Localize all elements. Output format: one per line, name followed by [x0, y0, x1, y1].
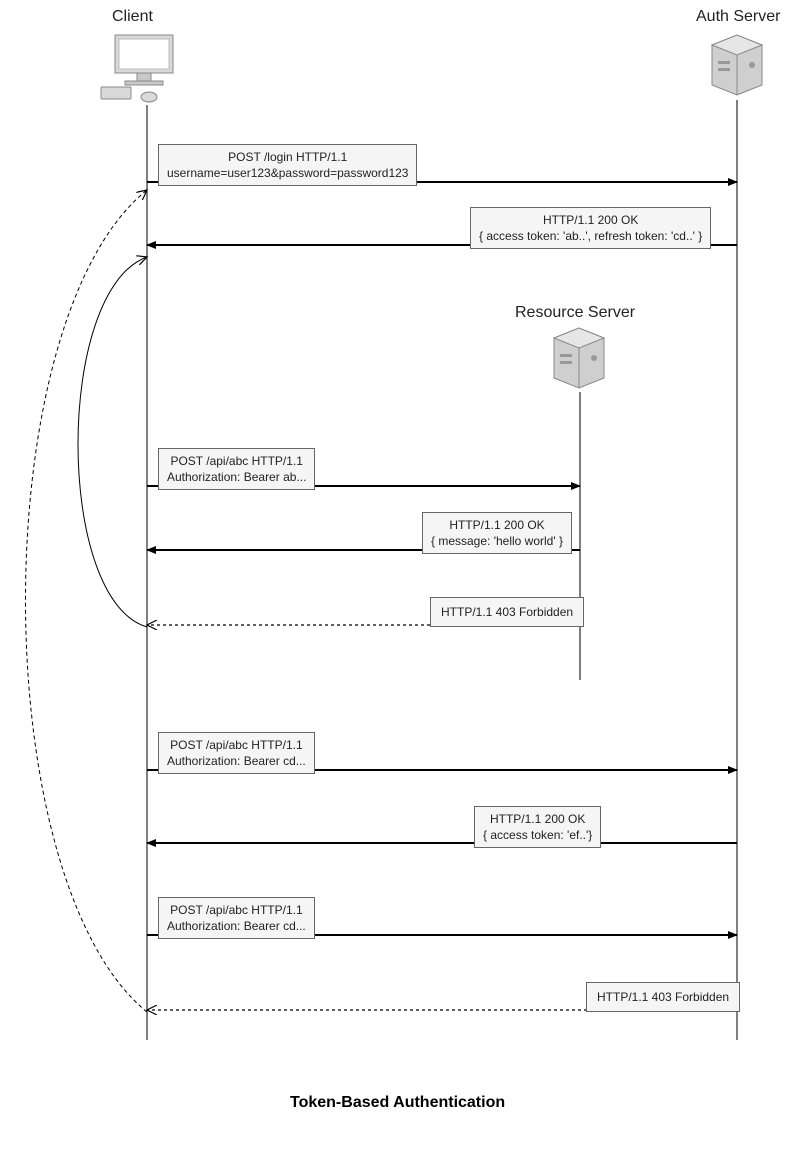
resource-server-label: Resource Server	[515, 304, 635, 322]
msg-line: { message: 'hello world' }	[431, 533, 563, 549]
diagram-title: Token-Based Authentication	[290, 1094, 505, 1112]
msg-line: Authorization: Bearer cd...	[167, 918, 306, 934]
msg-line: HTTP/1.1 403 Forbidden	[441, 604, 573, 620]
msg-line: HTTP/1.1 200 OK	[483, 811, 592, 827]
msg-request-3: POST /api/abc HTTP/1.1 Authorization: Be…	[158, 897, 315, 939]
resource-server-icon	[554, 328, 604, 388]
client-icon	[101, 35, 173, 102]
msg-refresh-request: POST /api/abc HTTP/1.1 Authorization: Be…	[158, 732, 315, 774]
msg-line: { access token: 'ef..'}	[483, 827, 592, 843]
msg-line: HTTP/1.1 200 OK	[431, 517, 563, 533]
msg-line: HTTP/1.1 200 OK	[479, 212, 702, 228]
msg-forbidden-1: HTTP/1.1 403 Forbidden	[430, 597, 584, 627]
msg-line: username=user123&password=password123	[167, 165, 408, 181]
loop-retry-top	[78, 257, 147, 627]
diagram-canvas: Client Auth Server Resource Server POST …	[0, 0, 802, 1152]
msg-api-response-1: HTTP/1.1 200 OK { message: 'hello world'…	[422, 512, 572, 554]
msg-line: POST /login HTTP/1.1	[167, 149, 408, 165]
msg-api-request-1: POST /api/abc HTTP/1.1 Authorization: Be…	[158, 448, 315, 490]
msg-line: { access token: 'ab..', refresh token: '…	[479, 228, 702, 244]
msg-line: HTTP/1.1 403 Forbidden	[597, 989, 729, 1005]
msg-login-request: POST /login HTTP/1.1 username=user123&pa…	[158, 144, 417, 186]
msg-line: Authorization: Bearer ab...	[167, 469, 306, 485]
auth-server-label: Auth Server	[696, 8, 780, 26]
msg-forbidden-2: HTTP/1.1 403 Forbidden	[586, 982, 740, 1012]
client-label: Client	[112, 8, 153, 26]
msg-line: Authorization: Bearer cd...	[167, 753, 306, 769]
msg-line: POST /api/abc HTTP/1.1	[167, 902, 306, 918]
msg-login-response: HTTP/1.1 200 OK { access token: 'ab..', …	[470, 207, 711, 249]
msg-refresh-response: HTTP/1.1 200 OK { access token: 'ef..'}	[474, 806, 601, 848]
msg-line: POST /api/abc HTTP/1.1	[167, 737, 306, 753]
loop-retry-bottom	[26, 190, 148, 1012]
auth-server-icon	[712, 35, 762, 95]
msg-line: POST /api/abc HTTP/1.1	[167, 453, 306, 469]
